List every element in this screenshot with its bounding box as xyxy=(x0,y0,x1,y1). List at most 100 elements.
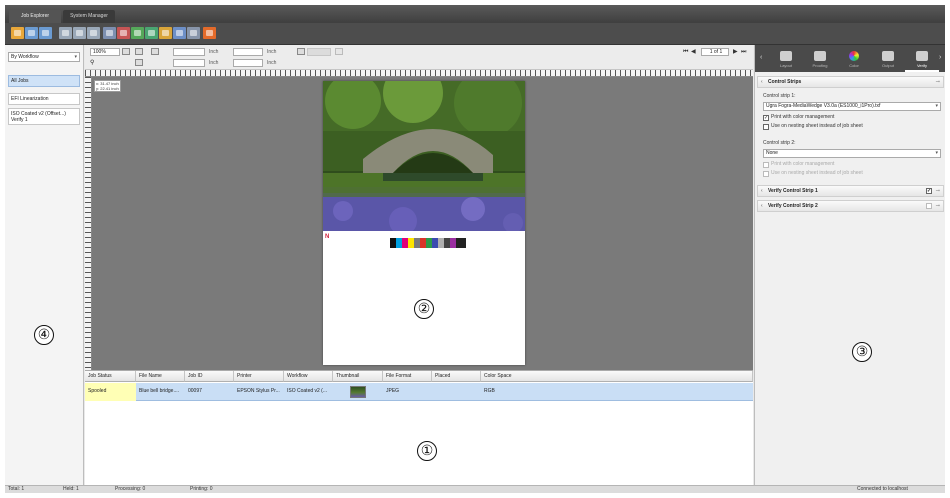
pin-icon[interactable]: ⊸ xyxy=(936,201,940,211)
chevron-down-icon: ▾ xyxy=(74,54,77,60)
strip1-nesting-checkbox[interactable] xyxy=(763,124,769,130)
print-stop-icon[interactable] xyxy=(87,27,100,39)
save-icon[interactable] xyxy=(187,27,200,39)
height-field[interactable] xyxy=(233,59,263,67)
job-list-icon[interactable] xyxy=(39,27,52,39)
print-preview-icon[interactable] xyxy=(73,27,86,39)
column-header-job-status[interactable]: Job Status xyxy=(85,371,136,382)
table-row[interactable]: Spooled Blue bell bridge.... 00097 EPSON… xyxy=(85,383,753,401)
scroll-right-icon[interactable]: › xyxy=(939,54,941,61)
control-strip-1-select[interactable]: Ugra Fogra-MediaWedge V3.0a (ES1000_i1Pr… xyxy=(763,102,941,111)
first-page-icon[interactable]: ⏮ xyxy=(683,48,688,56)
column-header-thumbnail[interactable]: Thumbnail xyxy=(333,371,383,382)
column-header-file-name[interactable]: File Name xyxy=(136,371,185,382)
workflow-item-iso-coated[interactable]: ISO Coated v2 (Offset...) Verify 1 xyxy=(8,108,80,125)
color-chart-icon[interactable] xyxy=(145,27,158,39)
tab-verify[interactable]: Verify xyxy=(905,47,939,72)
workflow-panel: By Workflow ▾ All Jobs EFI Linearization… xyxy=(5,45,84,485)
cancel-icon[interactable] xyxy=(203,27,216,39)
chart-icon[interactable] xyxy=(297,48,305,55)
section-title: Verify Control Strip 1 xyxy=(768,188,818,194)
workflow-view-select[interactable]: By Workflow ▾ xyxy=(8,52,80,62)
section-title: Control Strips xyxy=(768,79,802,85)
chevron-down-icon: ▾ xyxy=(935,150,938,156)
last-page-icon[interactable]: ⏭ xyxy=(741,48,746,56)
verify-strip-2-checkbox[interactable] xyxy=(926,203,932,209)
workflow-item-all-jobs[interactable]: All Jobs xyxy=(8,75,80,87)
width-field[interactable] xyxy=(233,48,263,56)
status-printing: Printing: 0 xyxy=(190,486,213,492)
job-thumbnail xyxy=(350,386,366,398)
workflow-item-label: EFI Linearization xyxy=(11,96,49,102)
color-space-cell: RGB xyxy=(484,388,495,394)
section-header-verify-strip-2[interactable]: Verify Control Strip 2 ⊸ xyxy=(757,200,944,212)
rotate-icon[interactable] xyxy=(151,48,159,55)
control-strip-2-select[interactable]: None ▾ xyxy=(763,149,941,158)
delete-icon[interactable] xyxy=(103,27,116,39)
page-indicator-text: 1 of 1 xyxy=(709,49,723,55)
layout-icon xyxy=(780,51,792,61)
control-strip-2-value: None xyxy=(766,150,778,156)
tab-label: Proofing xyxy=(812,63,828,68)
control-strip-2-label: Control strip 2: xyxy=(763,140,796,146)
measure-icon[interactable] xyxy=(159,27,172,39)
chevron-down-icon: ▾ xyxy=(935,103,938,109)
strip2-color-management-checkbox[interactable] xyxy=(763,162,769,168)
tab-output[interactable]: Output xyxy=(871,47,905,72)
placed-cell xyxy=(432,383,481,401)
column-header-workflow[interactable]: Workflow xyxy=(284,371,333,382)
duplicate-icon[interactable] xyxy=(117,27,130,39)
tab-label: Verify xyxy=(916,63,927,68)
color-wheel-icon xyxy=(849,51,859,61)
prev-page-icon[interactable]: ◀ xyxy=(691,48,696,56)
fit-page-icon[interactable] xyxy=(135,48,143,55)
tab-layout[interactable]: Layout xyxy=(769,47,803,72)
workflow-cell: ISO Coated v2 (... xyxy=(287,388,328,394)
report-icon[interactable] xyxy=(173,27,186,39)
tab-label: Layout xyxy=(779,63,792,68)
tab-proofing[interactable]: Proofing xyxy=(803,47,837,72)
workflow-item-efi-linearization[interactable]: EFI Linearization xyxy=(8,93,80,105)
green-layout-icon[interactable] xyxy=(131,27,144,39)
link-icon[interactable] xyxy=(335,48,343,55)
import-icon[interactable] xyxy=(25,27,38,39)
section-header-verify-strip-1[interactable]: Verify Control Strip 1 ✓ ⊸ xyxy=(757,185,944,197)
verify-strip-1-checkbox[interactable]: ✓ xyxy=(926,188,932,194)
rotation-field[interactable] xyxy=(307,48,331,56)
print-icon[interactable] xyxy=(59,27,72,39)
pin-icon[interactable]: ⊸ xyxy=(936,186,940,196)
tab-system-manager[interactable]: System Manager xyxy=(63,10,115,23)
column-header-color-space[interactable]: Color Space xyxy=(481,371,753,382)
column-header-placed[interactable]: Placed xyxy=(432,371,481,382)
tab-color[interactable]: Color xyxy=(837,47,871,72)
grid-icon[interactable] xyxy=(135,59,143,66)
zoom-dropdown-icon[interactable] xyxy=(122,48,130,55)
page-indicator[interactable]: 1 of 1 xyxy=(701,48,729,56)
status-connection: Connected to localhost xyxy=(857,486,908,492)
vertical-ruler xyxy=(85,77,92,370)
section-header-control-strips[interactable]: Control Strips ⊸ xyxy=(757,76,944,88)
column-header-job-id[interactable]: Job ID xyxy=(185,371,234,382)
strip1-color-management-checkbox[interactable]: ✓ xyxy=(763,115,769,121)
column-header-printer[interactable]: Printer xyxy=(234,371,284,382)
callout-marker-1: ① xyxy=(417,441,437,461)
job-status-cell: Spooled xyxy=(85,383,136,401)
strip1-nesting-label: Use on nesting sheet instead of job shee… xyxy=(771,123,863,129)
x-position-field[interactable] xyxy=(173,48,205,56)
main-toolbar xyxy=(5,23,945,45)
open-folder-icon[interactable] xyxy=(11,27,24,39)
pin-icon[interactable]: ⊸ xyxy=(936,77,940,87)
color-control-strip xyxy=(390,238,466,248)
search-icon[interactable]: ⚲ xyxy=(90,59,98,66)
scroll-left-icon[interactable]: ‹ xyxy=(760,54,762,61)
tab-job-explorer[interactable]: Job Explorer xyxy=(9,10,61,23)
zoom-select[interactable]: 100% xyxy=(90,48,120,56)
next-page-icon[interactable]: ▶ xyxy=(733,48,738,56)
job-preview-area[interactable]: x: 31.47 inch y: 22.41 inch N ② xyxy=(85,70,753,370)
y-position-field[interactable] xyxy=(173,59,205,67)
strip2-color-management-label: Print with color management xyxy=(771,161,835,167)
preview-page[interactable]: N ② xyxy=(323,81,525,365)
column-header-file-format[interactable]: File Format xyxy=(383,371,432,382)
printer-icon xyxy=(882,51,894,61)
strip2-nesting-checkbox[interactable] xyxy=(763,171,769,177)
